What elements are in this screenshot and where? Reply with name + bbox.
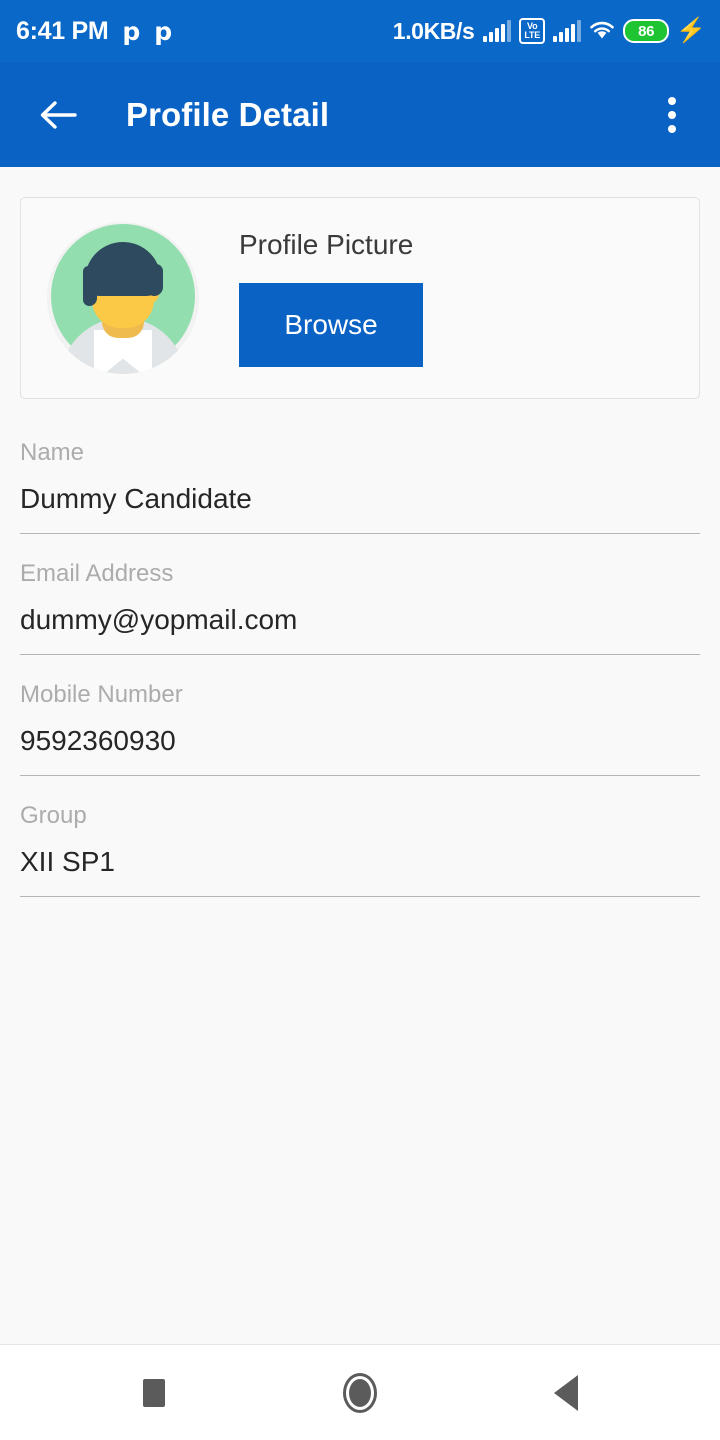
user-avatar-illustration <box>47 222 199 374</box>
battery-icon: 86 <box>623 19 670 43</box>
browse-button[interactable]: Browse <box>239 283 423 367</box>
overflow-dot <box>668 96 676 105</box>
avatar-hair-sideburn-right <box>147 264 163 296</box>
field-label: Mobile Number <box>20 681 183 708</box>
field-name: Name Dummy Candidate <box>20 439 700 534</box>
back-triangle-glyph <box>554 1374 578 1411</box>
avatar-hair-sideburn-left <box>83 266 97 306</box>
overflow-dot <box>668 124 676 133</box>
more-vertical-icon[interactable] <box>648 85 696 145</box>
back-triangle-icon[interactable] <box>491 1345 641 1440</box>
status-bar-right: 1.0KB/s Vo LTE 86 ⚡ <box>393 18 706 45</box>
status-bar: 6:41 PM p p 1.0KB/s Vo LTE 86 ⚡ <box>0 0 720 62</box>
profile-picture-controls: Profile Picture Browse <box>239 229 423 367</box>
profile-picture-card: Profile Picture Browse <box>20 197 700 399</box>
wifi-icon <box>589 20 615 42</box>
field-group: Group XII SP1 <box>20 802 700 897</box>
field-underline <box>20 775 700 776</box>
p-notification-icon: p <box>154 16 173 46</box>
overflow-dot <box>668 110 676 119</box>
field-underline <box>20 533 700 534</box>
signal-bars-icon <box>483 20 512 42</box>
phone-screen: 6:41 PM p p 1.0KB/s Vo LTE 86 ⚡ Profile … <box>0 0 720 1440</box>
home-circle-icon[interactable] <box>285 1345 435 1440</box>
field-label: Email Address <box>20 560 174 587</box>
signal-bars-icon <box>553 20 582 42</box>
field-underline <box>20 654 700 655</box>
content-area: Profile Picture Browse Name Dummy Candid… <box>0 167 720 1344</box>
status-bar-left: 6:41 PM p p <box>16 17 172 46</box>
mobile-input[interactable]: 9592360930 <box>20 725 700 775</box>
profile-fields: Name Dummy Candidate Email Address dummy… <box>20 439 700 897</box>
group-input[interactable]: XII SP1 <box>20 846 700 896</box>
recents-square-glyph <box>143 1378 165 1407</box>
page-title: Profile Detail <box>126 95 330 133</box>
field-email: Email Address dummy@yopmail.com <box>20 560 700 655</box>
status-clock: 6:41 PM <box>16 16 109 45</box>
volte-icon-bottom: LTE <box>524 30 541 40</box>
network-speed-indicator: 1.0KB/s <box>392 17 475 44</box>
back-arrow-icon[interactable] <box>34 91 82 139</box>
field-label: Group <box>20 802 87 829</box>
battery-level-text: 86 <box>638 22 655 40</box>
app-bar: Profile Detail <box>0 62 720 167</box>
profile-picture-label: Profile Picture <box>239 229 414 260</box>
volte-icon: Vo LTE <box>519 18 546 44</box>
charging-bolt-icon: ⚡ <box>676 17 706 44</box>
home-circle-fill <box>349 1378 371 1407</box>
home-circle-ring <box>343 1372 377 1413</box>
email-input[interactable]: dummy@yopmail.com <box>20 604 700 654</box>
p-notification-icon: p <box>122 16 141 46</box>
field-mobile: Mobile Number 9592360930 <box>20 681 700 776</box>
name-input[interactable]: Dummy Candidate <box>20 483 700 533</box>
field-label: Name <box>20 439 85 466</box>
system-navigation-bar <box>0 1345 720 1440</box>
recents-square-icon[interactable] <box>79 1345 229 1440</box>
field-underline <box>20 896 700 897</box>
